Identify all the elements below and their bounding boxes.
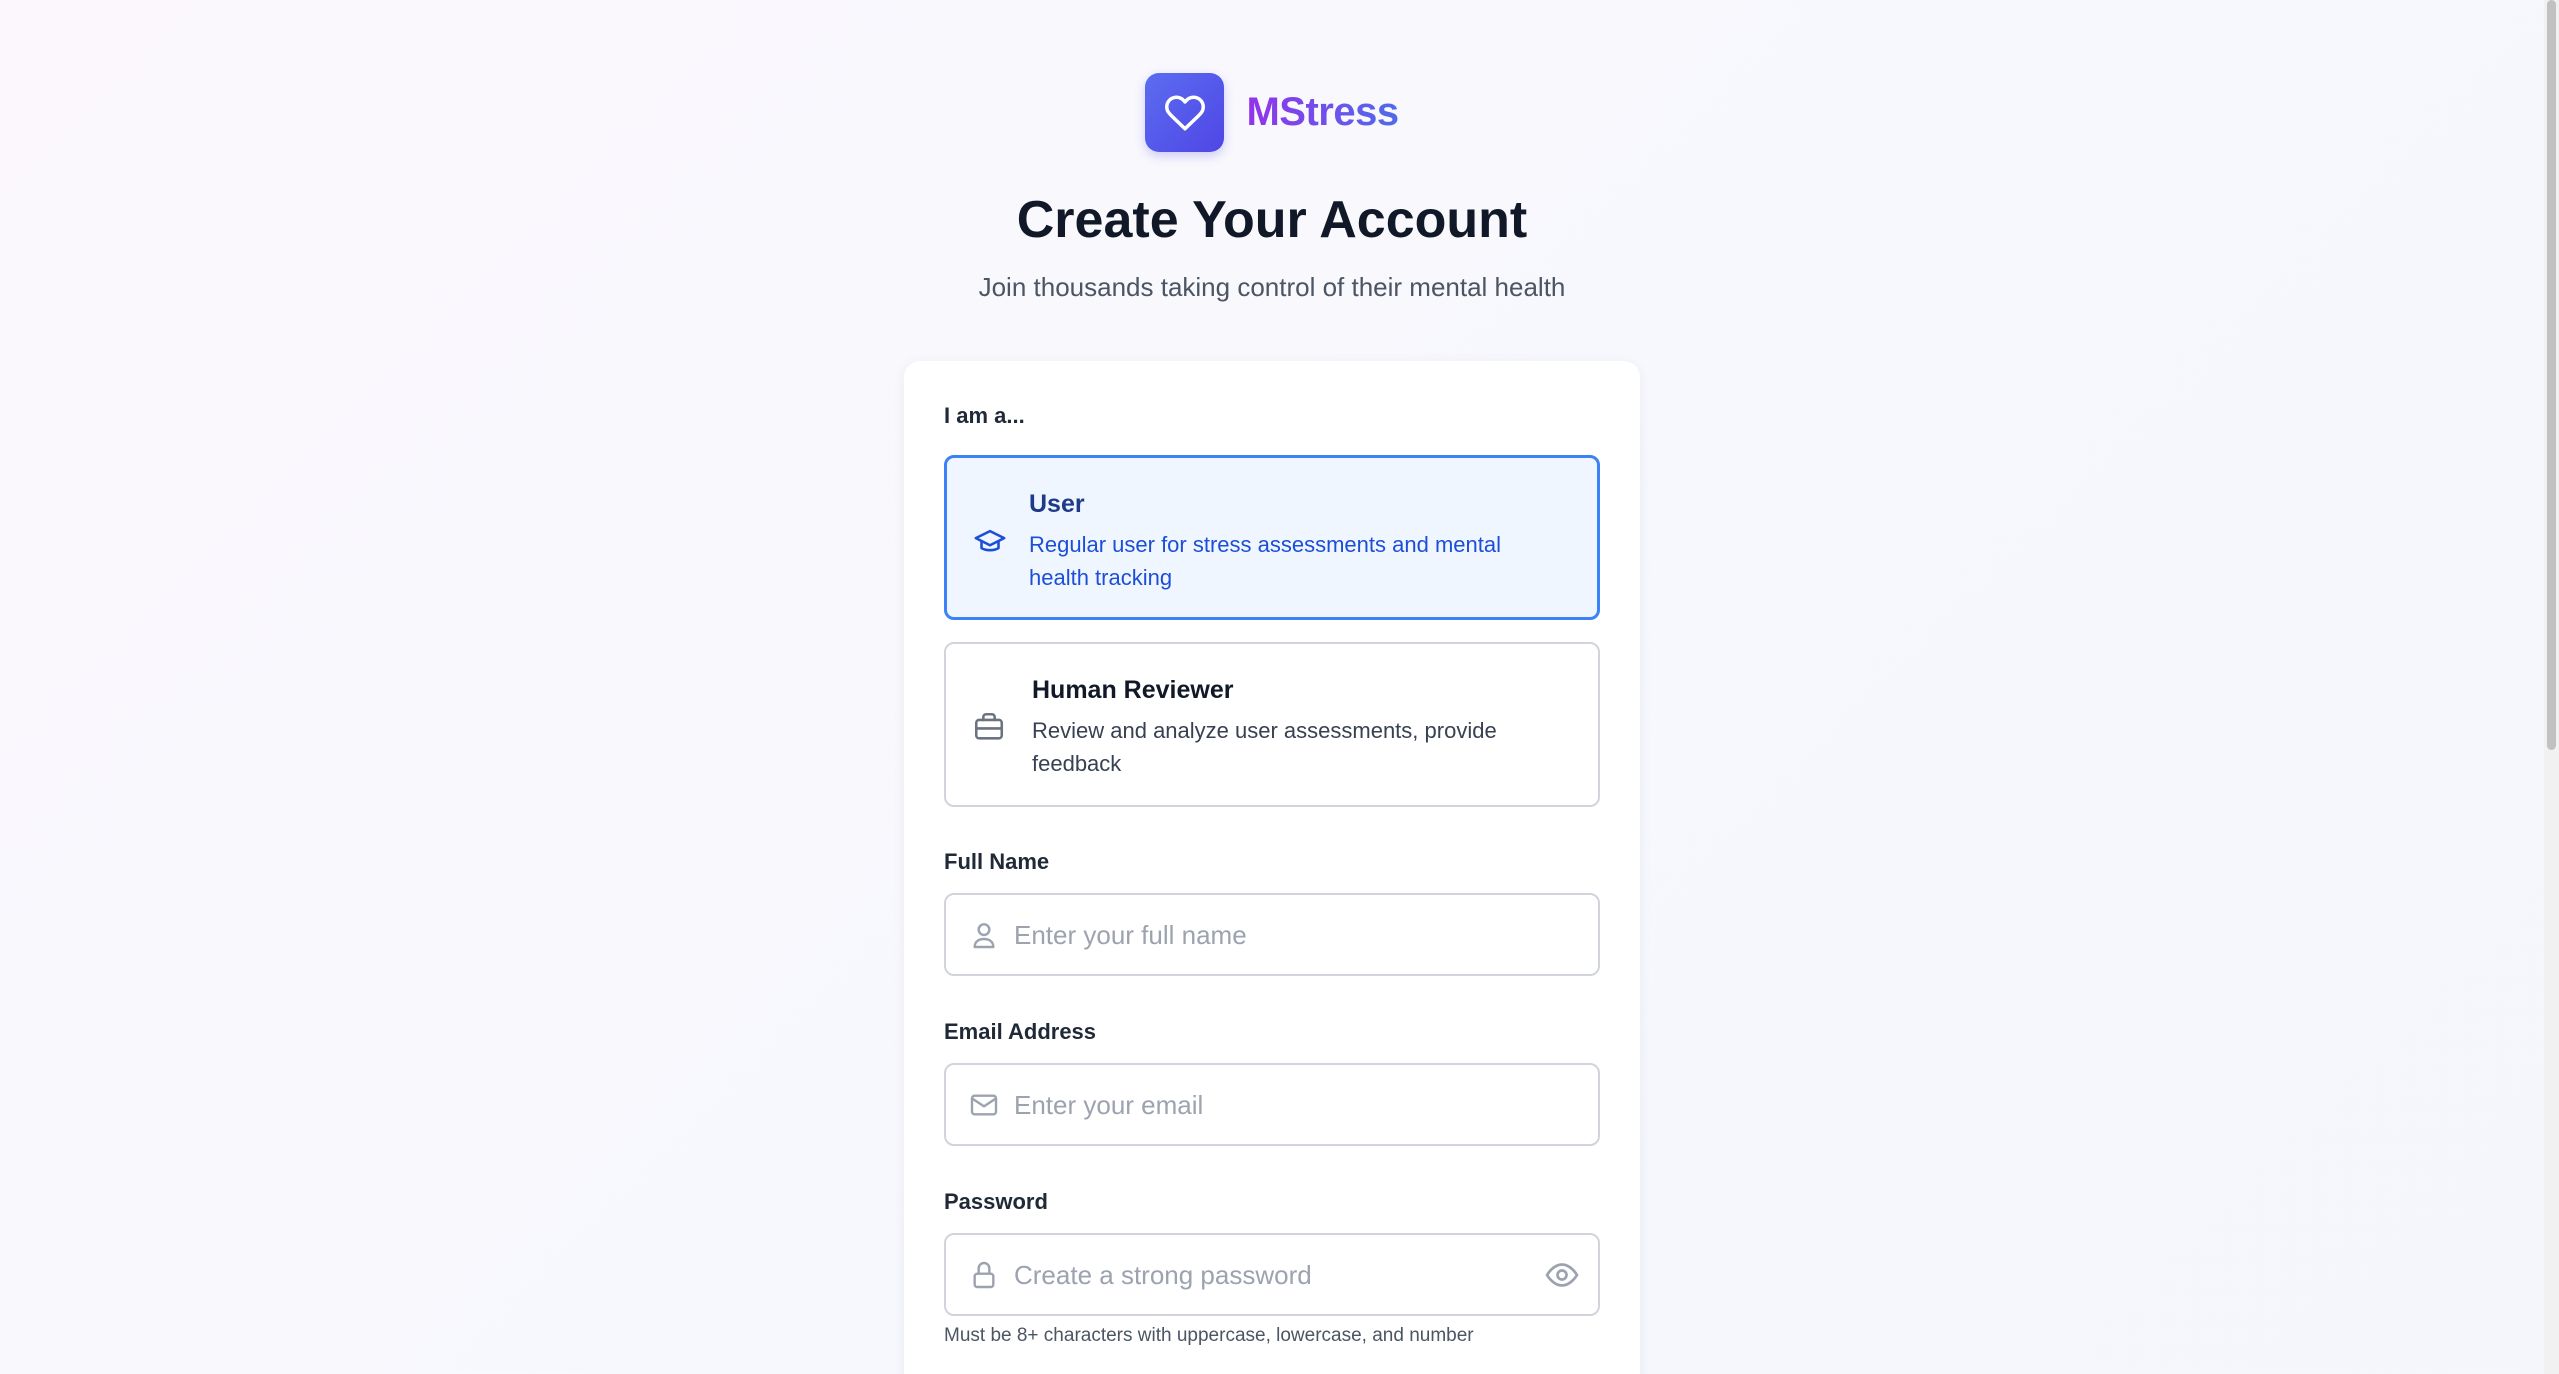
role-option-human-reviewer[interactable]: Human Reviewer Review and analyze user a… xyxy=(944,642,1600,807)
signup-page: MStress Create Your Account Join thousan… xyxy=(0,0,2544,1374)
password-input[interactable] xyxy=(1012,1235,1536,1316)
brand-name: MStress xyxy=(1246,90,1399,134)
full-name-field[interactable] xyxy=(944,893,1600,976)
heart-icon xyxy=(1164,94,1205,130)
graduation-cap-icon xyxy=(974,529,1006,552)
eye-icon[interactable] xyxy=(1544,1257,1580,1293)
role-title-human-reviewer: Human Reviewer xyxy=(1032,676,1234,704)
password-field[interactable] xyxy=(944,1233,1600,1316)
email-label: Email Address xyxy=(944,1019,1097,1044)
briefcase-icon xyxy=(974,712,1004,740)
full-name-input[interactable] xyxy=(1012,895,1536,976)
role-label: I am a... xyxy=(944,403,1025,428)
password-hint: Must be 8+ characters with uppercase, lo… xyxy=(944,1325,1474,1346)
email-input[interactable] xyxy=(1012,1065,1536,1146)
role-option-user[interactable]: User Regular user for stress assessments… xyxy=(944,455,1600,620)
logo xyxy=(1145,73,1225,152)
user-icon xyxy=(973,923,995,949)
signup-card: I am a... User Regular user for stress a… xyxy=(904,361,1640,1374)
role-desc-user: Regular user for stress assessments and … xyxy=(1029,532,1501,590)
password-label: Password xyxy=(944,1189,1048,1214)
role-desc-human-reviewer: Review and analyze user assessments, pro… xyxy=(1032,718,1497,776)
scrollbar[interactable] xyxy=(2544,0,2559,1374)
role-title-user: User xyxy=(1029,490,1085,518)
email-field[interactable] xyxy=(944,1063,1600,1146)
mail-icon xyxy=(970,1094,998,1116)
full-name-label: Full Name xyxy=(944,849,1050,874)
brand-header: MStress xyxy=(0,73,2544,152)
page-title: Create Your Account xyxy=(1016,191,1528,249)
lock-icon xyxy=(973,1261,995,1289)
scrollbar-thumb[interactable] xyxy=(2547,0,2556,750)
page-subtitle: Join thousands taking control of their m… xyxy=(978,272,1566,302)
